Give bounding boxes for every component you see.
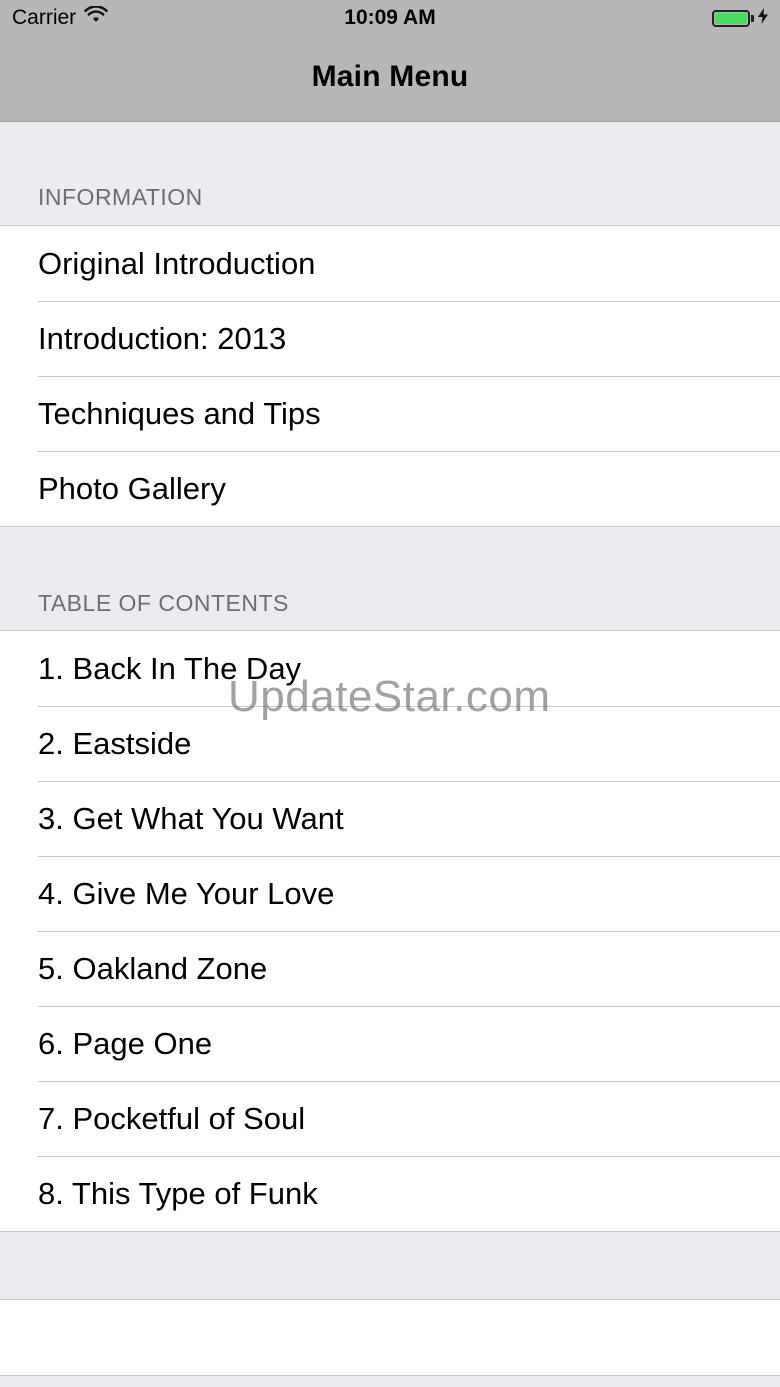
menu-item-original-introduction[interactable]: Original Introduction <box>0 226 780 301</box>
page-title: Main Menu <box>311 60 469 93</box>
battery-tip <box>751 15 754 22</box>
menu-item-introduction-2013[interactable]: Introduction: 2013 <box>0 301 780 376</box>
chapter-item-1[interactable]: 1. Back In The Day <box>0 631 780 706</box>
table-of-contents-group: 1. Back In The Day 2. Eastside 3. Get Wh… <box>0 630 780 1232</box>
charging-bolt-icon <box>758 8 768 29</box>
chapter-item-7[interactable]: 7. Pocketful of Soul <box>0 1081 780 1156</box>
chapter-item-3[interactable]: 3. Get What You Want <box>0 781 780 856</box>
battery-icon <box>712 10 750 27</box>
chapter-item-2[interactable]: 2. Eastside <box>0 706 780 781</box>
section-header-table-of-contents: TABLE OF CONTENTS <box>38 590 289 616</box>
chapter-item-6[interactable]: 6. Page One <box>0 1006 780 1081</box>
section-header-information: INFORMATION <box>38 184 203 210</box>
chapter-item-8[interactable]: 8. This Type of Funk <box>0 1156 780 1231</box>
status-time: 10:09 AM <box>344 6 436 29</box>
status-right <box>712 8 768 29</box>
information-group: Original Introduction Introduction: 2013… <box>0 225 780 527</box>
chapter-item-5[interactable]: 5. Oakland Zone <box>0 931 780 1006</box>
menu-item-techniques-and-tips[interactable]: Techniques and Tips <box>0 376 780 451</box>
empty-footer-cell <box>0 1299 780 1376</box>
chapter-item-4[interactable]: 4. Give Me Your Love <box>0 856 780 931</box>
menu-item-photo-gallery[interactable]: Photo Gallery <box>0 451 780 526</box>
navigation-bar: Carrier 10:09 AM Main Menu <box>0 0 780 122</box>
